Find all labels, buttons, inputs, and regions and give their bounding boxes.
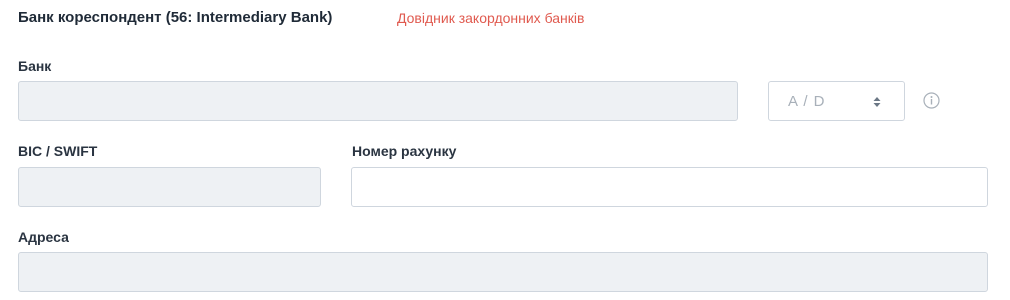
bank-field[interactable]	[18, 81, 738, 121]
bic-swift-label: BIC / SWIFT	[18, 143, 98, 159]
account-type-select-value: A / D	[788, 93, 826, 110]
foreign-banks-directory-link[interactable]: Довідник закордонних банків	[397, 10, 584, 26]
bic-swift-field[interactable]	[18, 167, 321, 207]
account-number-label: Номер рахунку	[352, 143, 457, 159]
account-type-select[interactable]: A / D	[768, 81, 905, 121]
address-label: Адреса	[18, 229, 69, 245]
bank-label: Банк	[18, 58, 52, 74]
intermediary-bank-section: Банк кореспондент (56: Intermediary Bank…	[0, 0, 1010, 300]
info-icon[interactable]	[923, 92, 940, 109]
address-field[interactable]	[18, 252, 988, 292]
account-number-field[interactable]	[351, 167, 988, 207]
section-title: Банк кореспондент (56: Intermediary Bank…	[18, 9, 333, 26]
chevron-up-down-icon	[873, 97, 881, 107]
